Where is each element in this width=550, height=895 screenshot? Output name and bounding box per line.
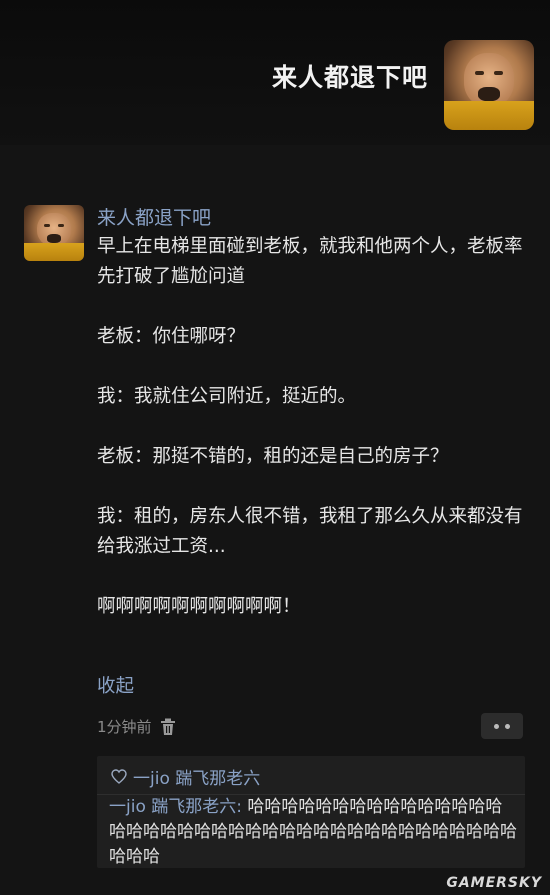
cover-avatar[interactable] <box>444 40 534 130</box>
post-meta: 1分钟前 <box>97 716 176 737</box>
cover-title: 来人都退下吧 <box>271 63 428 92</box>
post-avatar[interactable] <box>24 205 84 261</box>
post-content: 早上在电梯里面碰到老板，就我和他两个人，老板率先打破了尴尬问道 老板：你住哪呀？… <box>97 232 525 622</box>
comment-item[interactable]: 一jio 踹飞那老六: 哈哈哈哈哈哈哈哈哈哈哈哈哈哈哈哈哈哈哈哈哈哈哈哈哈哈哈哈… <box>109 795 519 870</box>
watermark-logo: GAMERSKY <box>446 875 542 891</box>
post-paragraph: 我：租的，房东人很不错，我租了那么久从来都没有给我涨过工资... <box>97 506 523 557</box>
post-paragraph: 老板：那挺不错的，租的还是自己的房子？ <box>97 446 449 467</box>
heart-outline-icon[interactable] <box>111 769 127 784</box>
post-username[interactable]: 来人都退下吧 <box>97 203 211 230</box>
more-dots-icon <box>494 723 499 729</box>
post-paragraph: 啊啊啊啊啊啊啊啊啊啊！ <box>97 596 301 617</box>
cover-header: 来人都退下吧 <box>0 0 550 145</box>
like-username[interactable]: 一jio 踹飞那老六 <box>133 764 260 789</box>
post-paragraph: 老板：你住哪呀？ <box>97 326 246 347</box>
post-time: 1分钟前 <box>97 718 152 736</box>
post-paragraph: 早上在电梯里面碰到老板，就我和他两个人，老板率先打破了尴尬问道 <box>97 236 523 287</box>
comment-author[interactable]: 一jio 踹飞那老六: <box>109 797 242 817</box>
likes-row: 一jio 踹飞那老六 <box>111 764 260 789</box>
collapse-link[interactable]: 收起 <box>97 672 134 698</box>
comment-box: 一jio 踹飞那老六 一jio 踹飞那老六: 哈哈哈哈哈哈哈哈哈哈哈哈哈哈哈哈哈… <box>97 756 525 868</box>
post-paragraph: 我：我就住公司附近，挺近的。 <box>97 386 357 407</box>
trash-icon[interactable] <box>160 718 176 736</box>
more-button[interactable] <box>481 713 523 739</box>
